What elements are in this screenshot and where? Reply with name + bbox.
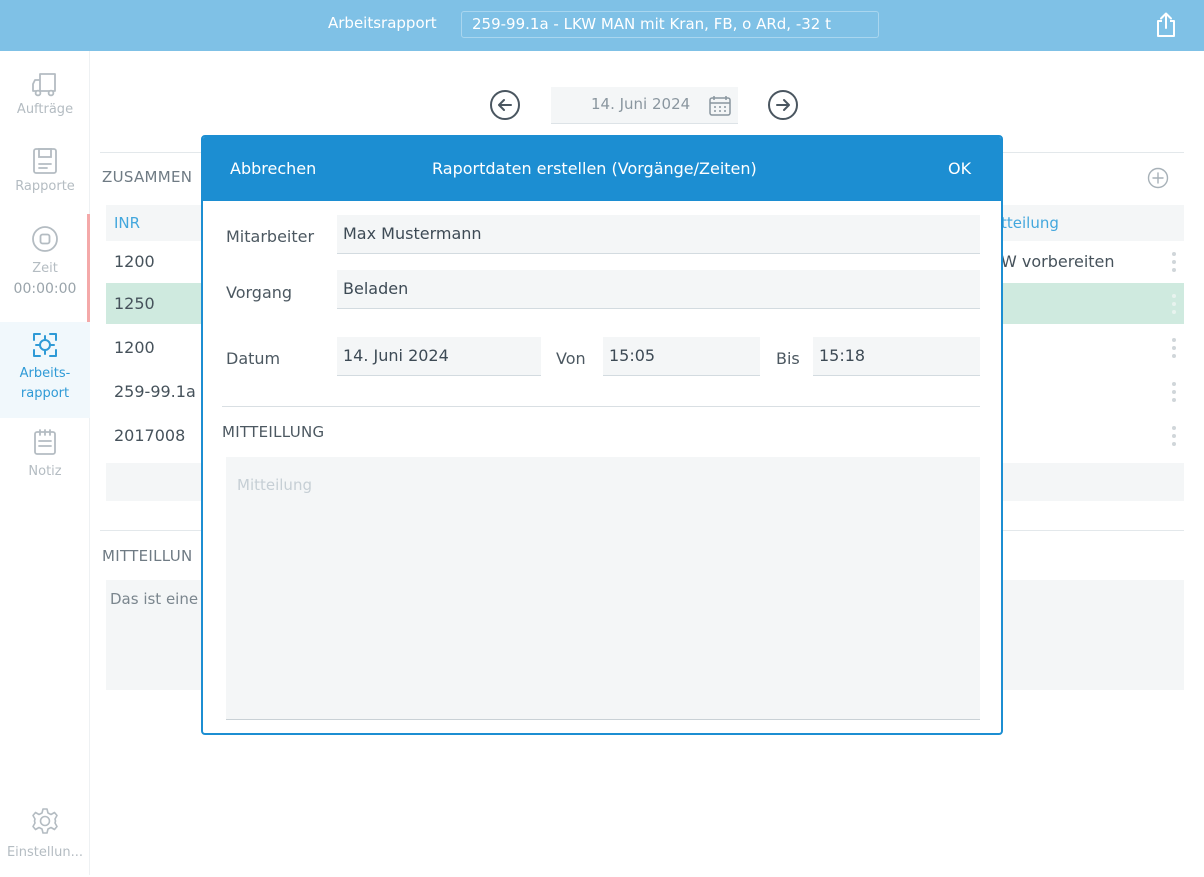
note-icon <box>34 429 56 455</box>
save-icon <box>33 148 57 174</box>
sidebar-item-arbeitsrapport[interactable]: Arbeits- rapport <box>0 322 90 418</box>
summary-section-title: ZUSAMMEN <box>102 168 193 186</box>
bis-label: Bis <box>776 349 800 368</box>
stop-icon <box>32 226 58 252</box>
column-header-mitteilung: tteilung <box>1001 214 1059 232</box>
more-icon[interactable] <box>1171 425 1177 447</box>
sidebar-item-label: Rapporte <box>15 179 75 194</box>
vorgang-label: Vorgang <box>226 283 293 302</box>
more-icon[interactable] <box>1171 251 1177 273</box>
mitarbeiter-label: Mitarbeiter <box>226 227 315 246</box>
date-picker[interactable]: 14. Juni 2024 <box>551 87 738 124</box>
divider <box>222 406 980 407</box>
sidebar-item-label-line2: rapport <box>20 386 70 401</box>
mitteilung-placeholder: Mitteilung <box>237 476 312 494</box>
message-text: Das ist eine <box>110 590 199 608</box>
next-day-button[interactable] <box>767 89 799 121</box>
sidebar-item-zeit[interactable]: Zeit 00:00:00 <box>0 224 90 300</box>
create-report-dialog: Abbrechen Raportdaten erstellen (Vorgäng… <box>201 135 1003 735</box>
truck-icon <box>32 73 56 97</box>
timer-value: 00:00:00 <box>13 281 77 297</box>
sidebar-item-label: Notiz <box>28 464 62 479</box>
von-label: Von <box>556 349 586 368</box>
more-icon[interactable] <box>1171 381 1177 403</box>
timer-indicator <box>87 214 90 322</box>
row-inr: 1200 <box>114 338 155 357</box>
mitteilung-textarea[interactable]: Mitteilung <box>226 457 980 720</box>
datum-label: Datum <box>226 349 281 368</box>
previous-day-button[interactable] <box>489 89 521 121</box>
sidebar-item-einstellungen[interactable]: Einstellun... <box>0 806 90 863</box>
current-date: 14. Juni 2024 <box>591 95 691 113</box>
order-selector[interactable]: 259-99.1a - LKW MAN mit Kran, FB, o ARd,… <box>461 11 879 38</box>
sidebar-item-label: Einstellun... <box>6 845 84 860</box>
dialog-header: Abbrechen Raportdaten erstellen (Vorgäng… <box>203 137 1001 201</box>
mitarbeiter-field[interactable]: Max Mustermann <box>337 215 980 254</box>
sidebar-item-label: Zeit <box>32 261 58 276</box>
sidebar-item-auftraege[interactable]: Aufträge <box>0 69 90 120</box>
sidebar-item-label: Arbeits- <box>19 366 71 381</box>
scan-icon <box>33 333 57 357</box>
datum-field[interactable]: 14. Juni 2024 <box>337 337 541 376</box>
vorgang-field[interactable]: Beladen <box>337 270 980 309</box>
row-inr: 2017008 <box>114 426 186 445</box>
cancel-button[interactable]: Abbrechen <box>230 159 316 178</box>
dialog-title: Raportdaten erstellen (Vorgänge/Zeiten) <box>432 159 757 178</box>
bis-time-field[interactable]: 15:18 <box>813 337 980 376</box>
row-mitteilung: W vorbereiten <box>1001 252 1115 271</box>
von-time-field[interactable]: 15:05 <box>603 337 760 376</box>
sidebar-item-rapporte[interactable]: Rapporte <box>0 146 90 197</box>
row-inr: 1250 <box>114 294 155 313</box>
row-inr: 1200 <box>114 252 155 271</box>
add-icon[interactable] <box>1147 167 1169 189</box>
more-icon[interactable] <box>1171 293 1177 315</box>
column-header-inr: INR <box>114 214 141 232</box>
sidebar-item-notiz[interactable]: Notiz <box>0 427 90 482</box>
message-section-title: MITTEILLUN <box>102 547 193 565</box>
top-bar: Arbeitsrapport 259-99.1a - LKW MAN mit K… <box>0 0 1204 51</box>
gear-icon <box>32 808 58 834</box>
more-icon[interactable] <box>1171 337 1177 359</box>
share-icon[interactable] <box>1155 12 1177 38</box>
sidebar: Aufträge Rapporte Zeit 00:00:00 Arbeits-… <box>0 51 90 875</box>
mitteilung-title: MITTEILLUNG <box>222 423 325 441</box>
sidebar-item-label: Aufträge <box>16 102 74 117</box>
row-inr: 259-99.1a <box>114 382 196 401</box>
page-title: Arbeitsrapport <box>328 14 437 32</box>
calendar-icon <box>709 96 731 116</box>
ok-button[interactable]: OK <box>948 159 971 178</box>
